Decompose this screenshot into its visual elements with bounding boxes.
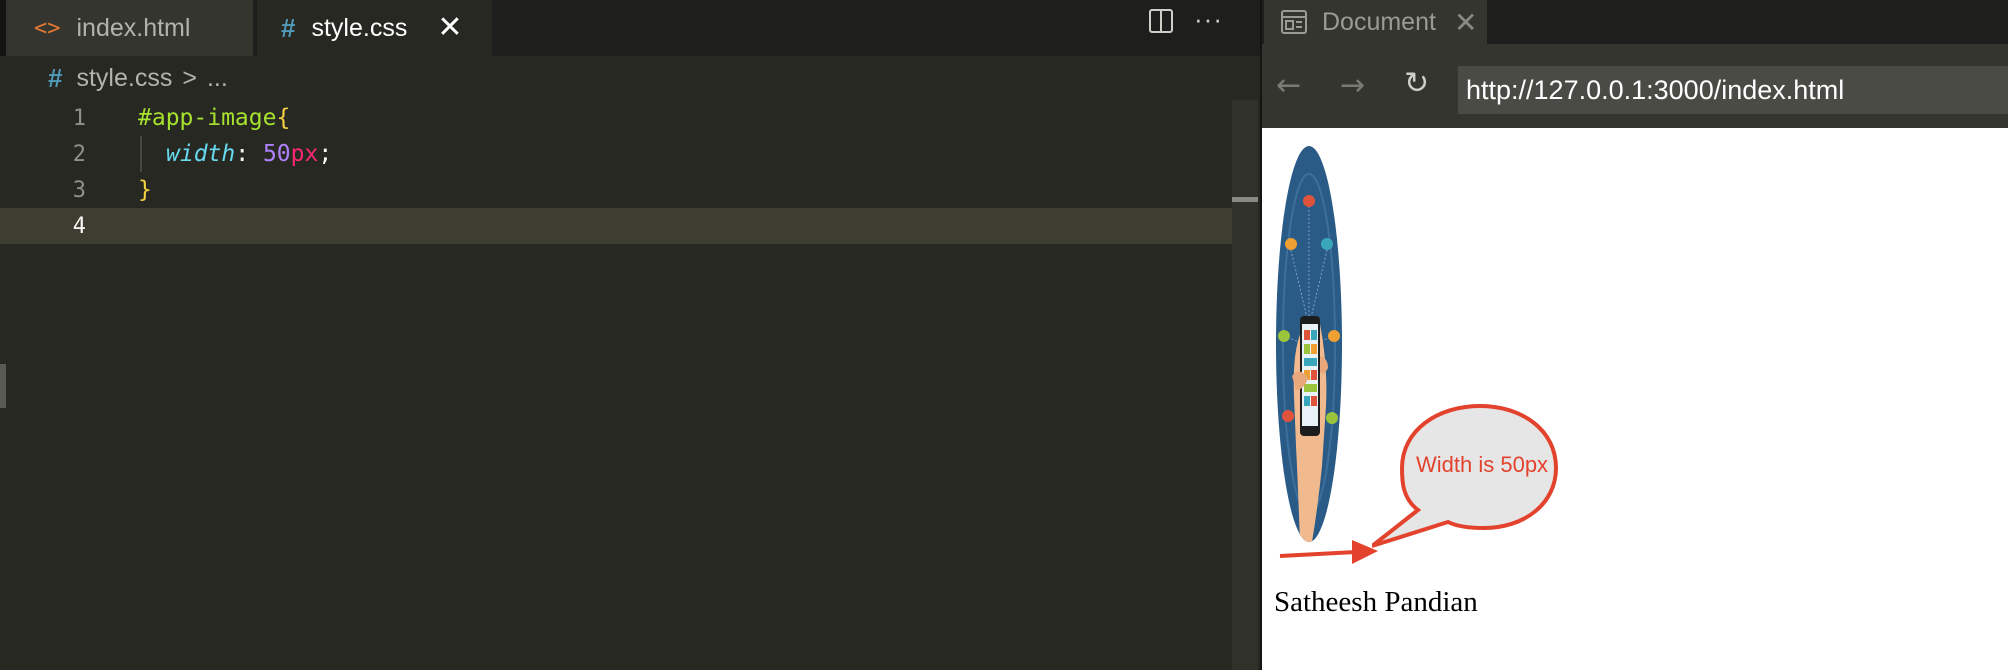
code-text: width: 50px;: [166, 141, 332, 167]
semicolon: ;: [318, 141, 333, 167]
vertical-scrollbar[interactable]: [1232, 100, 1258, 670]
code-text: #app-image{: [138, 105, 290, 131]
browser-page-icon: [1281, 10, 1307, 34]
css-selector: #app-image: [138, 105, 277, 131]
css-number: 50: [262, 141, 291, 167]
close-brace: }: [138, 177, 152, 203]
callout-text: Width is 50px: [1416, 452, 1549, 477]
hash-icon: #: [48, 62, 63, 93]
app-image: [1276, 146, 1342, 542]
breadcrumb-more[interactable]: ...: [207, 64, 228, 93]
author-name: Satheesh Pandian: [1274, 586, 1478, 618]
line-number: 3: [72, 177, 86, 203]
chevron-right-icon: >: [182, 63, 197, 92]
editor-tab-bar: <> index.html # style.css ✕ ···: [0, 0, 1260, 56]
code-line[interactable]: 2 width: 50px;: [0, 136, 1258, 172]
tab-label: Document: [1322, 7, 1436, 36]
css-unit: px: [290, 141, 319, 167]
page-content: Width is 50px Satheesh Pandian: [1262, 128, 2008, 670]
hash-icon: #: [281, 12, 296, 43]
colon: :: [235, 141, 263, 167]
line-number: 4: [72, 213, 86, 239]
open-brace: {: [276, 105, 291, 131]
tab-document[interactable]: Document ✕: [1264, 0, 1487, 44]
code-line-current[interactable]: 4: [0, 208, 1258, 244]
code-editor: <> index.html # style.css ✕ ··· # style.…: [0, 0, 1260, 670]
indent-guide: [140, 136, 142, 172]
close-icon[interactable]: ✕: [1454, 6, 1477, 39]
code-text: }: [138, 177, 152, 203]
code-line[interactable]: 1 #app-image{: [0, 100, 1258, 136]
code-line[interactable]: 3 }: [0, 172, 1258, 208]
forward-arrow-icon[interactable]: →: [1340, 68, 1365, 103]
breadcrumb-file[interactable]: style.css: [76, 64, 172, 93]
line-number: 1: [72, 105, 86, 131]
scrollbar-thumb[interactable]: [1232, 197, 1258, 202]
close-icon[interactable]: ✕: [437, 13, 462, 43]
breadcrumb: # style.css > ...: [0, 58, 1260, 98]
browser-nav-bar: ← → ↻ http://127.0.0.1:3000/index.html: [1262, 44, 2008, 128]
more-actions-icon[interactable]: ···: [1194, 4, 1223, 35]
back-arrow-icon[interactable]: ←: [1276, 68, 1301, 103]
line-number: 2: [72, 141, 86, 167]
browser-tab-bar: Document ✕: [1262, 0, 2008, 44]
code-area[interactable]: 1 #app-image{ 2 width: 50px; 3 } 4: [0, 100, 1258, 670]
speech-bubble: [1372, 403, 1559, 548]
split-editor-icon[interactable]: [1148, 8, 1174, 34]
css-property: width: [166, 141, 236, 167]
tab-style-css[interactable]: # style.css ✕: [257, 0, 492, 56]
tab-index-html[interactable]: <> index.html: [6, 0, 253, 56]
code-icon: <>: [34, 15, 61, 41]
tab-label: style.css: [311, 13, 408, 42]
browser-preview: Document ✕ ← → ↻ http://127.0.0.1:3000/i…: [1260, 0, 2008, 670]
reload-icon[interactable]: ↻: [1404, 66, 1429, 101]
tab-label: index.html: [76, 13, 191, 42]
url-bar[interactable]: http://127.0.0.1:3000/index.html: [1458, 66, 2008, 114]
